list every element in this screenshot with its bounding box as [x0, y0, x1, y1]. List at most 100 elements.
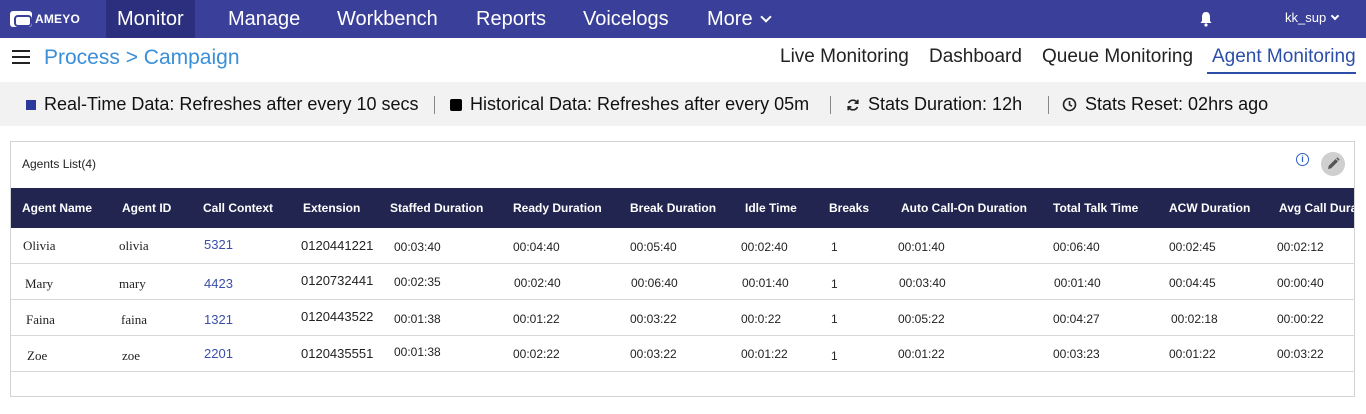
cell-avg-call-duration: 00:00:40: [1277, 276, 1324, 290]
cell-agent-id: faina: [121, 312, 147, 327]
duration-stat: Stats Duration: 12h: [846, 94, 1022, 115]
cell-staffed-duration: 00:01:38: [394, 345, 441, 359]
cell-acw-duration: 00:02:18: [1171, 312, 1218, 326]
table-row[interactable]: Faina faina 1321 0120443522 00:01:38 00:…: [11, 300, 1354, 336]
col-breaks[interactable]: Breaks: [829, 201, 869, 215]
cell-call-context-link[interactable]: 1321: [204, 312, 233, 327]
cell-extension: 0120732441: [301, 273, 374, 288]
cell-break-duration: 00:03:22: [630, 312, 677, 326]
cell-break-duration: 00:03:22: [630, 347, 677, 361]
col-ready-duration[interactable]: Ready Duration: [513, 201, 602, 215]
chevron-down-icon: [759, 11, 772, 23]
col-agent-id[interactable]: Agent ID: [122, 201, 171, 215]
user-menu[interactable]: kk_sup: [1285, 0, 1340, 38]
cell-avg-call-duration: 00:00:22: [1277, 312, 1324, 326]
nav-more-label: More: [707, 8, 753, 30]
reset-text: Stats Reset: 02hrs ago: [1085, 94, 1269, 114]
cell-ready-duration: 00:01:22: [513, 312, 560, 326]
col-auto-call-on-duration[interactable]: Auto Call-On Duration: [901, 201, 1027, 215]
cell-breaks: 1: [831, 312, 838, 326]
realtime-stat: Real-Time Data: Refreshes after every 10…: [26, 94, 418, 115]
agents-panel: Agents List(4) i Agent Name Agent ID Cal…: [10, 141, 1355, 397]
col-acw-duration[interactable]: ACW Duration: [1169, 201, 1250, 215]
cell-agent-name: Mary: [25, 276, 54, 291]
cell-break-duration: 00:06:40: [631, 276, 678, 290]
cell-acw-duration: 00:01:22: [1169, 347, 1216, 361]
sub-header: Process > Campaign Live Monitoring Dashb…: [0, 38, 1366, 82]
nav-item-reports[interactable]: Reports: [465, 0, 557, 38]
historical-stat: Historical Data: Refreshes after every 0…: [450, 94, 809, 115]
cell-total-talk-time: 00:03:23: [1053, 347, 1100, 361]
cell-avg-call-duration: 00:03:22: [1277, 347, 1324, 361]
col-break-duration[interactable]: Break Duration: [630, 201, 716, 215]
bell-icon[interactable]: [1199, 11, 1213, 27]
divider: [434, 96, 435, 114]
table-row[interactable]: Olivia olivia 5321 0120441221 00:03:40 0…: [11, 228, 1354, 264]
cell-total-talk-time: 00:06:40: [1053, 240, 1100, 254]
brand-name: AMEYO: [35, 12, 81, 26]
cell-ready-duration: 00:02:40: [514, 276, 561, 290]
cell-extension: 0120441221: [301, 238, 374, 253]
col-extension[interactable]: Extension: [303, 201, 360, 215]
realtime-text: Real-Time Data: Refreshes after every 10…: [44, 94, 419, 114]
cell-idle-time: 00:0:22: [741, 312, 782, 326]
nav-item-workbench[interactable]: Workbench: [326, 0, 449, 38]
cell-total-talk-time: 00:01:40: [1054, 276, 1101, 290]
clock-icon: [1062, 97, 1077, 112]
cell-acw-duration: 00:04:45: [1169, 276, 1216, 290]
tab-dashboard[interactable]: Dashboard: [929, 46, 1022, 68]
cell-extension: 0120435551: [301, 346, 374, 361]
cell-acw-duration: 00:02:45: [1169, 240, 1216, 254]
chevron-down-icon: [1330, 11, 1340, 21]
cell-agent-id: zoe: [122, 348, 141, 363]
nav-item-monitor[interactable]: Monitor: [106, 0, 195, 38]
tab-live-monitoring[interactable]: Live Monitoring: [780, 46, 909, 68]
col-call-context[interactable]: Call Context: [203, 201, 273, 215]
cell-staffed-duration: 00:03:40: [394, 240, 441, 254]
cell-breaks: 1: [831, 349, 838, 363]
col-agent-name[interactable]: Agent Name: [22, 201, 92, 215]
cell-call-context-link[interactable]: 2201: [204, 346, 233, 361]
cell-extension: 0120443522: [301, 309, 374, 324]
brand-logo[interactable]: AMEYO: [10, 10, 80, 28]
info-icon[interactable]: i: [1296, 153, 1309, 166]
nav-item-manage[interactable]: Manage: [217, 0, 311, 38]
user-name: kk_sup: [1285, 10, 1327, 25]
cell-auto-call-on-duration: 00:05:22: [898, 312, 945, 326]
table-row[interactable]: Mary mary 4423 0120732441 00:02:35 00:02…: [11, 264, 1354, 300]
top-nav: AMEYO Monitor Manage Workbench Reports V…: [0, 0, 1366, 38]
pencil-icon: [1328, 157, 1340, 169]
cell-staffed-duration: 00:02:35: [394, 275, 441, 289]
historical-text: Historical Data: Refreshes after every 0…: [470, 94, 810, 114]
cell-agent-name: Olivia: [23, 238, 56, 253]
historical-legend-square: [450, 98, 462, 111]
col-staffed-duration[interactable]: Staffed Duration: [390, 201, 483, 215]
cell-breaks: 1: [831, 240, 838, 254]
nav-item-more[interactable]: More: [696, 0, 781, 38]
table-row[interactable]: Zoe zoe 2201 0120435551 00:01:38 00:02:2…: [11, 336, 1354, 372]
cell-call-context-link[interactable]: 4423: [204, 276, 233, 291]
col-avg-call-duration[interactable]: Avg Call Duration: [1279, 201, 1354, 215]
cell-agent-id: mary: [119, 276, 146, 291]
cell-agent-name: Faina: [26, 312, 55, 327]
cell-idle-time: 00:01:40: [742, 276, 789, 290]
nav-item-voicelogs[interactable]: Voicelogs: [572, 0, 680, 38]
cell-auto-call-on-duration: 00:01:40: [898, 240, 945, 254]
edit-button[interactable]: [1321, 152, 1345, 176]
tab-queue-monitoring[interactable]: Queue Monitoring: [1042, 46, 1193, 68]
cell-idle-time: 00:01:22: [741, 347, 788, 361]
realtime-legend-square: [26, 99, 36, 110]
cell-ready-duration: 00:02:22: [513, 347, 560, 361]
cell-idle-time: 00:02:40: [741, 240, 788, 254]
cell-agent-id: olivia: [119, 238, 149, 253]
cell-break-duration: 00:05:40: [630, 240, 677, 254]
cell-avg-call-duration: 00:02:12: [1277, 240, 1324, 254]
col-total-talk-time[interactable]: Total Talk Time: [1053, 201, 1138, 215]
breadcrumb[interactable]: Process > Campaign: [44, 46, 240, 70]
cell-call-context-link[interactable]: 5321: [204, 237, 233, 252]
hamburger-menu-icon[interactable]: [12, 50, 30, 64]
tab-agent-monitoring[interactable]: Agent Monitoring: [1207, 46, 1356, 74]
col-idle-time[interactable]: Idle Time: [745, 201, 797, 215]
cell-auto-call-on-duration: 00:03:40: [899, 276, 946, 290]
refresh-icon: [847, 98, 859, 111]
